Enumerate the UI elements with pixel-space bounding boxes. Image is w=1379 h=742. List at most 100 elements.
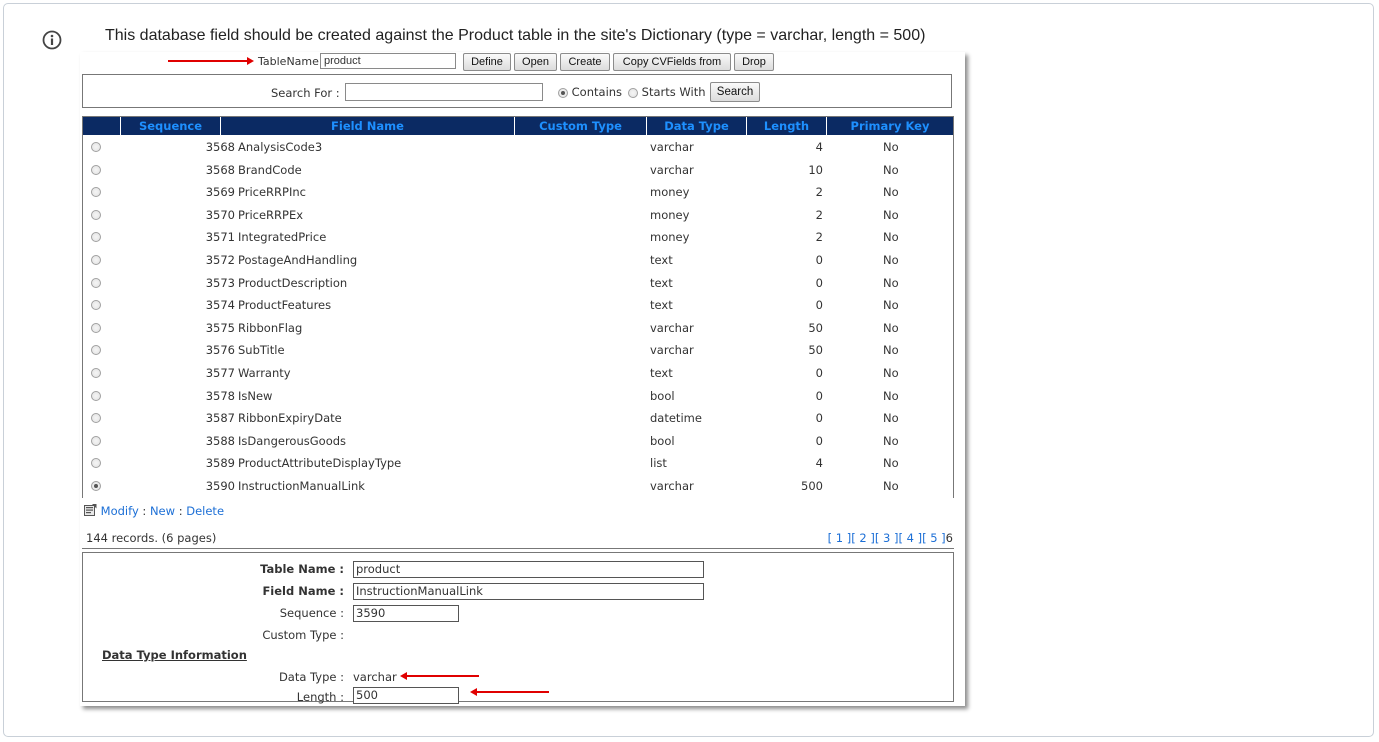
cell-length: 10 [808,162,823,177]
contains-radio[interactable] [558,87,568,98]
cell-primary-key: No [883,298,899,313]
cell-length: 0 [815,411,823,426]
create-button[interactable]: Create [560,53,610,71]
table-row[interactable]: 3590 InstructionManualLink varchar 500 No [83,475,953,498]
table-row[interactable]: 3569 PriceRRPInc money 2 No [83,181,953,204]
modify-link[interactable]: Modify [101,504,139,518]
table-row[interactable]: 3573 ProductDescription text 0 No [83,272,953,295]
table-row[interactable]: 3589 ProductAttributeDisplayType list 4 No [83,452,953,475]
header-select [83,117,121,135]
cell-primary-key: No [883,320,899,335]
cell-data-type: money [650,207,690,222]
field-name-detail-input[interactable]: InstructionManualLink [353,583,704,600]
starts-with-label: Starts With [641,85,706,99]
cell-sequence: 3590 [205,478,235,493]
cell-field-name: ProductFeatures [238,298,332,313]
field-name-detail-label: Field Name : [262,584,344,598]
cell-data-type: text [650,275,673,290]
page-link-2[interactable]: [ 2 ] [851,531,875,545]
cell-length: 0 [815,252,823,267]
length-arrow [470,688,549,696]
open-button[interactable]: Open [514,53,557,71]
cell-primary-key: No [883,207,899,222]
cell-length: 0 [815,433,823,448]
cell-primary-key: No [883,411,899,426]
page-link-1[interactable]: [ 1 ] [828,531,852,545]
sequence-detail-label: Sequence : [279,606,344,620]
length-detail-input[interactable]: 500 [353,687,459,704]
page-link-3[interactable]: [ 3 ] [875,531,899,545]
cell-field-name: RibbonExpiryDate [238,411,342,426]
field-detail-panel: Table Name : product Field Name : Instru… [82,552,954,704]
cell-sequence: 3569 [205,185,235,200]
delete-link[interactable]: Delete [186,504,224,518]
cell-length: 2 [815,185,823,200]
contains-label: Contains [571,85,623,99]
search-button[interactable]: Search [710,82,760,102]
header-primary-key[interactable]: Primary Key [827,117,953,135]
page-link-5[interactable]: [ 5 ] [922,531,946,545]
cell-data-type: list [650,456,667,471]
table-row[interactable]: 3577 Warranty text 0 No [83,362,953,385]
cell-data-type: varchar [650,343,694,358]
table-row[interactable]: 3576 SubTitle varchar 50 No [83,339,953,362]
cell-data-type: datetime [650,411,702,426]
starts-with-radio[interactable] [628,87,638,98]
cell-field-name: InstructionManualLink [238,478,365,493]
table-name-detail-input[interactable]: product [353,561,704,578]
table-name-input[interactable]: product [320,53,456,69]
drop-button[interactable]: Drop [734,53,774,71]
data-type-detail-value: varchar [353,670,397,684]
table-row[interactable]: 3568 BrandCode varchar 10 No [83,159,953,182]
define-button[interactable]: Define [463,53,511,71]
info-note: This database field should be created ag… [105,27,926,44]
cell-length: 50 [808,320,823,335]
action-separator: : [142,504,147,518]
cell-length: 500 [801,478,823,493]
header-data-type[interactable]: Data Type [647,117,747,135]
cell-sequence: 3568 [205,162,235,177]
page-current: 6 [945,531,953,545]
cell-length: 50 [808,343,823,358]
cell-primary-key: No [883,433,899,448]
cell-field-name: IsDangerousGoods [238,433,347,448]
header-custom-type[interactable]: Custom Type [515,117,647,135]
cell-field-name: PriceRRPEx [238,207,304,222]
toolbar-arrow [168,57,254,65]
table-row[interactable]: 3575 RibbonFlag varchar 50 No [83,317,953,340]
cell-sequence: 3576 [205,343,235,358]
cell-data-type: bool [650,433,675,448]
cell-data-type: varchar [650,478,694,493]
cell-data-type: money [650,185,690,200]
cell-sequence: 3577 [205,365,235,380]
table-row[interactable]: 3574 ProductFeatures text 0 No [83,294,953,317]
cell-data-type: text [650,365,673,380]
cell-data-type: bool [650,388,675,403]
table-row[interactable]: 3568 AnalysisCode3 varchar 4 No [83,136,953,159]
copy-cvfields-button[interactable]: Copy CVFields from [613,53,731,71]
search-input[interactable] [345,83,543,101]
info-icon [42,30,62,50]
cell-length: 2 [815,207,823,222]
fields-grid: Sequence Field Name Custom Type Data Typ… [82,116,954,498]
cell-sequence: 3570 [205,207,235,222]
table-row[interactable]: 3571 IntegratedPrice money 2 No [83,226,953,249]
header-length[interactable]: Length [747,117,827,135]
page-link-4[interactable]: [ 4 ] [898,531,922,545]
table-row[interactable]: 3587 RibbonExpiryDate datetime 0 No [83,407,953,430]
row-actions: Modify : New : Delete [84,504,224,518]
starts-with-option[interactable]: Starts With [628,85,706,99]
table-row[interactable]: 3572 PostageAndHandling text 0 No [83,249,953,272]
table-row[interactable]: 3578 IsNew bool 0 No [83,385,953,408]
cell-primary-key: No [883,388,899,403]
table-row[interactable]: 3588 IsDangerousGoods bool 0 No [83,430,953,453]
contains-option[interactable]: Contains [558,85,622,99]
edit-icon [84,504,97,516]
new-link[interactable]: New [150,504,175,518]
header-sequence[interactable]: Sequence [121,117,221,135]
header-field-name[interactable]: Field Name [221,117,515,135]
cell-length: 0 [815,388,823,403]
table-row[interactable]: 3570 PriceRRPEx money 2 No [83,204,953,227]
sequence-detail-input[interactable]: 3590 [353,605,459,622]
cell-length: 0 [815,275,823,290]
